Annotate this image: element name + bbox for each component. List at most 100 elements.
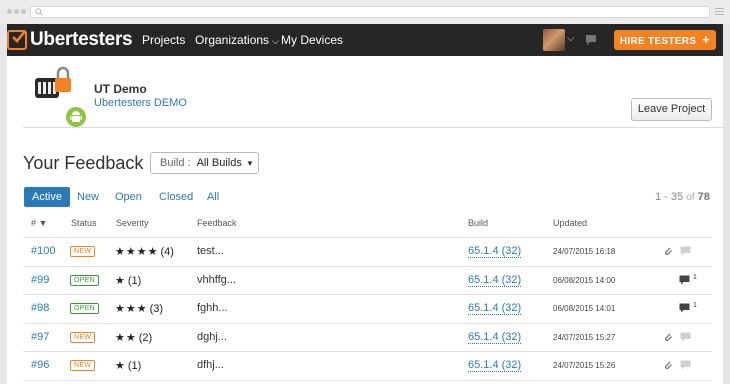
leave-project-button[interactable]: Leave Project <box>631 98 712 121</box>
tab-closed[interactable]: Closed <box>159 187 193 207</box>
window-dot <box>14 9 19 14</box>
paperclip-icon <box>665 361 672 369</box>
caret-down-icon: ▼ <box>243 159 254 168</box>
build-link[interactable]: 65.1.4 (32) <box>468 245 522 258</box>
paging-range: 1 - 35 <box>655 191 684 203</box>
paperclip-icon <box>665 247 672 255</box>
status-badge: NEW <box>70 246 96 257</box>
severity-stars: ★★★★ <box>115 246 159 258</box>
feedback-text[interactable]: fghh... <box>197 302 228 314</box>
updated-timestamp: 24/07/2015 15:27 <box>553 332 616 342</box>
severity-rating: ★★★★ (4) <box>115 245 174 258</box>
feedback-text[interactable]: vhhffg... <box>197 274 236 286</box>
paging-of: of <box>686 192 695 203</box>
tab-open[interactable]: Open <box>115 187 142 207</box>
hire-testers-label: HIRE TESTERS <box>619 36 697 47</box>
feedback-id-link[interactable]: #96 <box>31 359 49 371</box>
row-divider <box>23 379 712 381</box>
comment-icon[interactable] <box>680 360 691 370</box>
android-icon <box>66 107 86 127</box>
severity-rating: ★★ (2) <box>115 331 152 344</box>
project-name: UT Demo <box>94 82 147 96</box>
status-badge: NEW <box>70 331 96 343</box>
avatar[interactable] <box>543 29 565 51</box>
feedback-text[interactable]: test... <box>197 245 224 257</box>
divider <box>23 127 723 128</box>
severity-rating: ★★★ (3) <box>115 302 163 315</box>
build-link[interactable]: 65.1.4 (32) <box>468 331 522 344</box>
comment-icon[interactable] <box>679 303 690 313</box>
severity-count: (4) <box>160 246 174 258</box>
build-link[interactable]: 65.1.4 (32) <box>468 302 522 315</box>
row-divider <box>23 265 712 267</box>
column-header-id[interactable]: # ▼ <box>31 218 47 228</box>
build-filter-label: Build : <box>160 157 191 169</box>
build-filter-dropdown[interactable]: Build : All Builds ▼ <box>150 152 259 174</box>
nav-organizations[interactable]: Organizations ⌵ <box>195 33 279 47</box>
column-header-severity: Severity <box>116 218 149 228</box>
status-badge: OPEN <box>70 274 100 286</box>
tab-new[interactable]: New <box>77 187 99 207</box>
updated-timestamp: 24/07/2015 16:18 <box>553 247 616 256</box>
hire-testers-button[interactable]: HIRE TESTERS + <box>614 30 716 50</box>
severity-stars: ★★ <box>115 331 137 344</box>
severity-rating: ★ (1) <box>115 359 141 372</box>
page-title: Your Feedback <box>23 153 144 173</box>
address-bar[interactable] <box>30 6 710 18</box>
paperclip-icon <box>665 333 672 341</box>
row-divider <box>23 237 712 238</box>
checkmark-icon <box>7 30 27 50</box>
feedback-id-link[interactable]: #99 <box>31 274 49 286</box>
severity-count: (3) <box>149 303 164 315</box>
feedback-id-link[interactable]: #100 <box>31 245 55 257</box>
browser-menu-icon[interactable] <box>715 8 724 15</box>
brand-name: Ubertesters <box>30 29 133 50</box>
build-link[interactable]: 65.1.4 (32) <box>468 274 522 287</box>
comment-icon[interactable] <box>680 332 691 342</box>
chevron-down-icon: ⌵ <box>272 36 279 46</box>
build-link[interactable]: 65.1.4 (32) <box>468 359 522 372</box>
feedback-text[interactable]: dfhj... <box>197 359 224 371</box>
paging-total: 78 <box>697 191 710 203</box>
nav-projects[interactable]: Projects <box>142 33 185 47</box>
status-badge: OPEN <box>70 303 100 314</box>
project-icon <box>35 66 71 98</box>
updated-timestamp: 06/08/2015 14:01 <box>553 304 616 313</box>
updated-timestamp: 06/08/2015 14:00 <box>553 275 616 285</box>
build-filter-value: All Builds <box>196 157 242 169</box>
column-header-build: Build <box>468 218 489 228</box>
browser-chrome <box>0 0 730 24</box>
comment-icon[interactable] <box>679 275 690 285</box>
feedback-id-link[interactable]: #97 <box>31 331 49 343</box>
app-window: Ubertesters Projects Organizations ⌵ My D… <box>7 24 723 384</box>
severity-stars: ★ <box>115 360 126 372</box>
organization-link[interactable]: Ubertesters DEMO <box>94 97 187 109</box>
severity-stars: ★★★ <box>115 303 148 315</box>
feedback-text[interactable]: dghj... <box>197 331 227 343</box>
severity-count: (1) <box>127 360 142 372</box>
severity-count: (1) <box>127 274 142 287</box>
column-header-updated: Updated <box>553 218 588 228</box>
chevron-down-icon[interactable]: ⌵ <box>567 33 575 44</box>
updated-timestamp: 24/07/2015 15:26 <box>553 361 616 370</box>
tab-active[interactable]: Active <box>24 187 70 207</box>
tab-all[interactable]: All <box>207 187 219 207</box>
severity-rating: ★ (1) <box>115 274 141 287</box>
row-divider <box>23 294 712 295</box>
brand-logo[interactable]: Ubertesters <box>7 28 133 52</box>
status-badge: NEW <box>70 360 96 371</box>
comment-icon[interactable] <box>680 246 691 256</box>
nav-organizations-label: Organizations <box>195 33 270 47</box>
nav-my-devices[interactable]: My Devices <box>281 33 343 47</box>
feedback-id-link[interactable]: #98 <box>31 302 49 314</box>
chat-icon[interactable] <box>585 34 597 46</box>
severity-count: (2) <box>138 331 153 344</box>
window-dot <box>7 9 12 14</box>
pagination-summary: 1 - 35 of 78 <box>655 191 710 203</box>
column-header-status: Status <box>71 218 97 228</box>
severity-stars: ★ <box>115 274 126 287</box>
comment-count: 1 <box>693 273 697 281</box>
row-divider <box>23 351 712 352</box>
row-divider <box>23 322 712 324</box>
column-header-feedback: Feedback <box>197 218 237 228</box>
